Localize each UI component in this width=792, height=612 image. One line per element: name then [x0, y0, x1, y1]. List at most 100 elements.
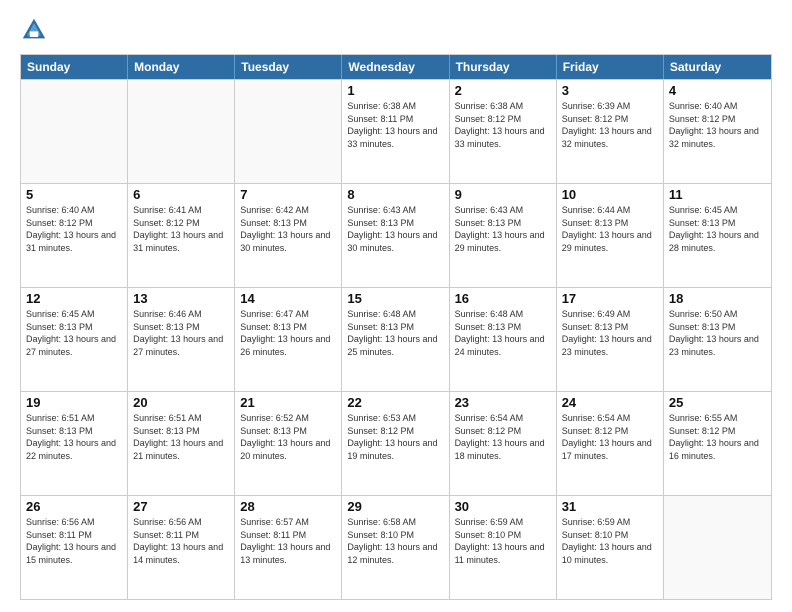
- calendar-day-24: 24Sunrise: 6:54 AM Sunset: 8:12 PM Dayli…: [557, 392, 664, 495]
- day-number: 3: [562, 83, 658, 98]
- calendar-body: 1 Sunrise: 6:38 AM Sunset: 8:11 PM Daylig…: [21, 79, 771, 599]
- calendar: SundayMondayTuesdayWednesdayThursdayFrid…: [20, 54, 772, 600]
- calendar-empty-cell: [128, 80, 235, 183]
- header-day-saturday: Saturday: [664, 55, 771, 79]
- day-number: 21: [240, 395, 336, 410]
- day-info: Sunrise: 6:49 AM Sunset: 8:13 PM Dayligh…: [562, 308, 658, 358]
- day-number: 30: [455, 499, 551, 514]
- day-info: Sunrise: 6:54 AM Sunset: 8:12 PM Dayligh…: [455, 412, 551, 462]
- day-info: Sunrise: 6:48 AM Sunset: 8:13 PM Dayligh…: [455, 308, 551, 358]
- day-info: Sunrise: 6:42 AM Sunset: 8:13 PM Dayligh…: [240, 204, 336, 254]
- header: [20, 16, 772, 44]
- calendar-day-30: 30 Sunrise: 6:59 AM Sunset: 8:10 PM Dayli…: [450, 496, 557, 599]
- day-number: 17: [562, 291, 658, 306]
- day-info: Sunrise: 6:43 AM Sunset: 8:13 PM Dayligh…: [455, 204, 551, 254]
- day-number: 10: [562, 187, 658, 202]
- day-number: 22: [347, 395, 443, 410]
- calendar-day-14: 14Sunrise: 6:47 AM Sunset: 8:13 PM Dayli…: [235, 288, 342, 391]
- day-info: Sunrise: 6:57 AM Sunset: 8:11 PM Dayligh…: [240, 516, 336, 566]
- day-number: 18: [669, 291, 766, 306]
- day-number: 4: [669, 83, 766, 98]
- calendar-day-15: 15 Sunrise: 6:48 AM Sunset: 8:13 PM Dayli…: [342, 288, 449, 391]
- day-number: 19: [26, 395, 122, 410]
- calendar-week-2: 5 Sunrise: 6:40 AM Sunset: 8:12 PM Daylig…: [21, 183, 771, 287]
- day-number: 24: [562, 395, 658, 410]
- day-info: Sunrise: 6:59 AM Sunset: 8:10 PM Dayligh…: [562, 516, 658, 566]
- calendar-day-31: 31 Sunrise: 6:59 AM Sunset: 8:10 PM Dayli…: [557, 496, 664, 599]
- day-number: 12: [26, 291, 122, 306]
- calendar-day-9: 9 Sunrise: 6:43 AM Sunset: 8:13 PM Daylig…: [450, 184, 557, 287]
- header-day-sunday: Sunday: [21, 55, 128, 79]
- day-number: 13: [133, 291, 229, 306]
- day-info: Sunrise: 6:53 AM Sunset: 8:12 PM Dayligh…: [347, 412, 443, 462]
- calendar-day-12: 12 Sunrise: 6:45 AM Sunset: 8:13 PM Dayli…: [21, 288, 128, 391]
- calendar-day-13: 13 Sunrise: 6:46 AM Sunset: 8:13 PM Dayli…: [128, 288, 235, 391]
- day-number: 7: [240, 187, 336, 202]
- day-number: 29: [347, 499, 443, 514]
- day-info: Sunrise: 6:56 AM Sunset: 8:11 PM Dayligh…: [133, 516, 229, 566]
- calendar-day-28: 28 Sunrise: 6:57 AM Sunset: 8:11 PM Dayli…: [235, 496, 342, 599]
- day-info: Sunrise: 6:40 AM Sunset: 8:12 PM Dayligh…: [26, 204, 122, 254]
- calendar-day-23: 23 Sunrise: 6:54 AM Sunset: 8:12 PM Dayli…: [450, 392, 557, 495]
- day-info: Sunrise: 6:51 AM Sunset: 8:13 PM Dayligh…: [133, 412, 229, 462]
- day-info: Sunrise: 6:39 AM Sunset: 8:12 PM Dayligh…: [562, 100, 658, 150]
- calendar-day-8: 8Sunrise: 6:43 AM Sunset: 8:13 PM Daylig…: [342, 184, 449, 287]
- calendar-day-10: 10 Sunrise: 6:44 AM Sunset: 8:13 PM Dayli…: [557, 184, 664, 287]
- day-info: Sunrise: 6:38 AM Sunset: 8:11 PM Dayligh…: [347, 100, 443, 150]
- day-info: Sunrise: 6:48 AM Sunset: 8:13 PM Dayligh…: [347, 308, 443, 358]
- header-day-tuesday: Tuesday: [235, 55, 342, 79]
- calendar-day-1: 1 Sunrise: 6:38 AM Sunset: 8:11 PM Daylig…: [342, 80, 449, 183]
- calendar-header: SundayMondayTuesdayWednesdayThursdayFrid…: [21, 55, 771, 79]
- day-info: Sunrise: 6:51 AM Sunset: 8:13 PM Dayligh…: [26, 412, 122, 462]
- day-number: 9: [455, 187, 551, 202]
- header-day-monday: Monday: [128, 55, 235, 79]
- day-number: 26: [26, 499, 122, 514]
- day-number: 1: [347, 83, 443, 98]
- calendar-day-4: 4 Sunrise: 6:40 AM Sunset: 8:12 PM Daylig…: [664, 80, 771, 183]
- day-number: 16: [455, 291, 551, 306]
- day-number: 31: [562, 499, 658, 514]
- calendar-day-20: 20Sunrise: 6:51 AM Sunset: 8:13 PM Dayli…: [128, 392, 235, 495]
- day-number: 15: [347, 291, 443, 306]
- day-info: Sunrise: 6:40 AM Sunset: 8:12 PM Dayligh…: [669, 100, 766, 150]
- logo-icon: [20, 16, 48, 44]
- day-number: 8: [347, 187, 443, 202]
- header-day-friday: Friday: [557, 55, 664, 79]
- calendar-day-17: 17 Sunrise: 6:49 AM Sunset: 8:13 PM Dayli…: [557, 288, 664, 391]
- calendar-week-4: 19 Sunrise: 6:51 AM Sunset: 8:13 PM Dayli…: [21, 391, 771, 495]
- day-info: Sunrise: 6:50 AM Sunset: 8:13 PM Dayligh…: [669, 308, 766, 358]
- day-info: Sunrise: 6:47 AM Sunset: 8:13 PM Dayligh…: [240, 308, 336, 358]
- day-info: Sunrise: 6:59 AM Sunset: 8:10 PM Dayligh…: [455, 516, 551, 566]
- calendar-day-27: 27 Sunrise: 6:56 AM Sunset: 8:11 PM Dayli…: [128, 496, 235, 599]
- calendar-week-5: 26 Sunrise: 6:56 AM Sunset: 8:11 PM Dayli…: [21, 495, 771, 599]
- day-number: 5: [26, 187, 122, 202]
- day-info: Sunrise: 6:45 AM Sunset: 8:13 PM Dayligh…: [669, 204, 766, 254]
- day-number: 25: [669, 395, 766, 410]
- calendar-day-6: 6Sunrise: 6:41 AM Sunset: 8:12 PM Daylig…: [128, 184, 235, 287]
- day-info: Sunrise: 6:56 AM Sunset: 8:11 PM Dayligh…: [26, 516, 122, 566]
- logo: [20, 16, 52, 44]
- day-info: Sunrise: 6:55 AM Sunset: 8:12 PM Dayligh…: [669, 412, 766, 462]
- day-info: Sunrise: 6:44 AM Sunset: 8:13 PM Dayligh…: [562, 204, 658, 254]
- header-day-wednesday: Wednesday: [342, 55, 449, 79]
- day-info: Sunrise: 6:52 AM Sunset: 8:13 PM Dayligh…: [240, 412, 336, 462]
- day-info: Sunrise: 6:58 AM Sunset: 8:10 PM Dayligh…: [347, 516, 443, 566]
- day-number: 28: [240, 499, 336, 514]
- calendar-day-21: 21 Sunrise: 6:52 AM Sunset: 8:13 PM Dayli…: [235, 392, 342, 495]
- day-number: 27: [133, 499, 229, 514]
- calendar-empty-cell: [235, 80, 342, 183]
- calendar-day-26: 26 Sunrise: 6:56 AM Sunset: 8:11 PM Dayli…: [21, 496, 128, 599]
- day-number: 2: [455, 83, 551, 98]
- calendar-week-1: 1 Sunrise: 6:38 AM Sunset: 8:11 PM Daylig…: [21, 79, 771, 183]
- calendar-day-25: 25 Sunrise: 6:55 AM Sunset: 8:12 PM Dayli…: [664, 392, 771, 495]
- calendar-day-22: 22 Sunrise: 6:53 AM Sunset: 8:12 PM Dayli…: [342, 392, 449, 495]
- day-info: Sunrise: 6:38 AM Sunset: 8:12 PM Dayligh…: [455, 100, 551, 150]
- day-number: 11: [669, 187, 766, 202]
- day-info: Sunrise: 6:41 AM Sunset: 8:12 PM Dayligh…: [133, 204, 229, 254]
- day-info: Sunrise: 6:45 AM Sunset: 8:13 PM Dayligh…: [26, 308, 122, 358]
- calendar-day-3: 3 Sunrise: 6:39 AM Sunset: 8:12 PM Daylig…: [557, 80, 664, 183]
- calendar-day-16: 16 Sunrise: 6:48 AM Sunset: 8:13 PM Dayli…: [450, 288, 557, 391]
- day-number: 23: [455, 395, 551, 410]
- day-info: Sunrise: 6:46 AM Sunset: 8:13 PM Dayligh…: [133, 308, 229, 358]
- calendar-day-29: 29 Sunrise: 6:58 AM Sunset: 8:10 PM Dayli…: [342, 496, 449, 599]
